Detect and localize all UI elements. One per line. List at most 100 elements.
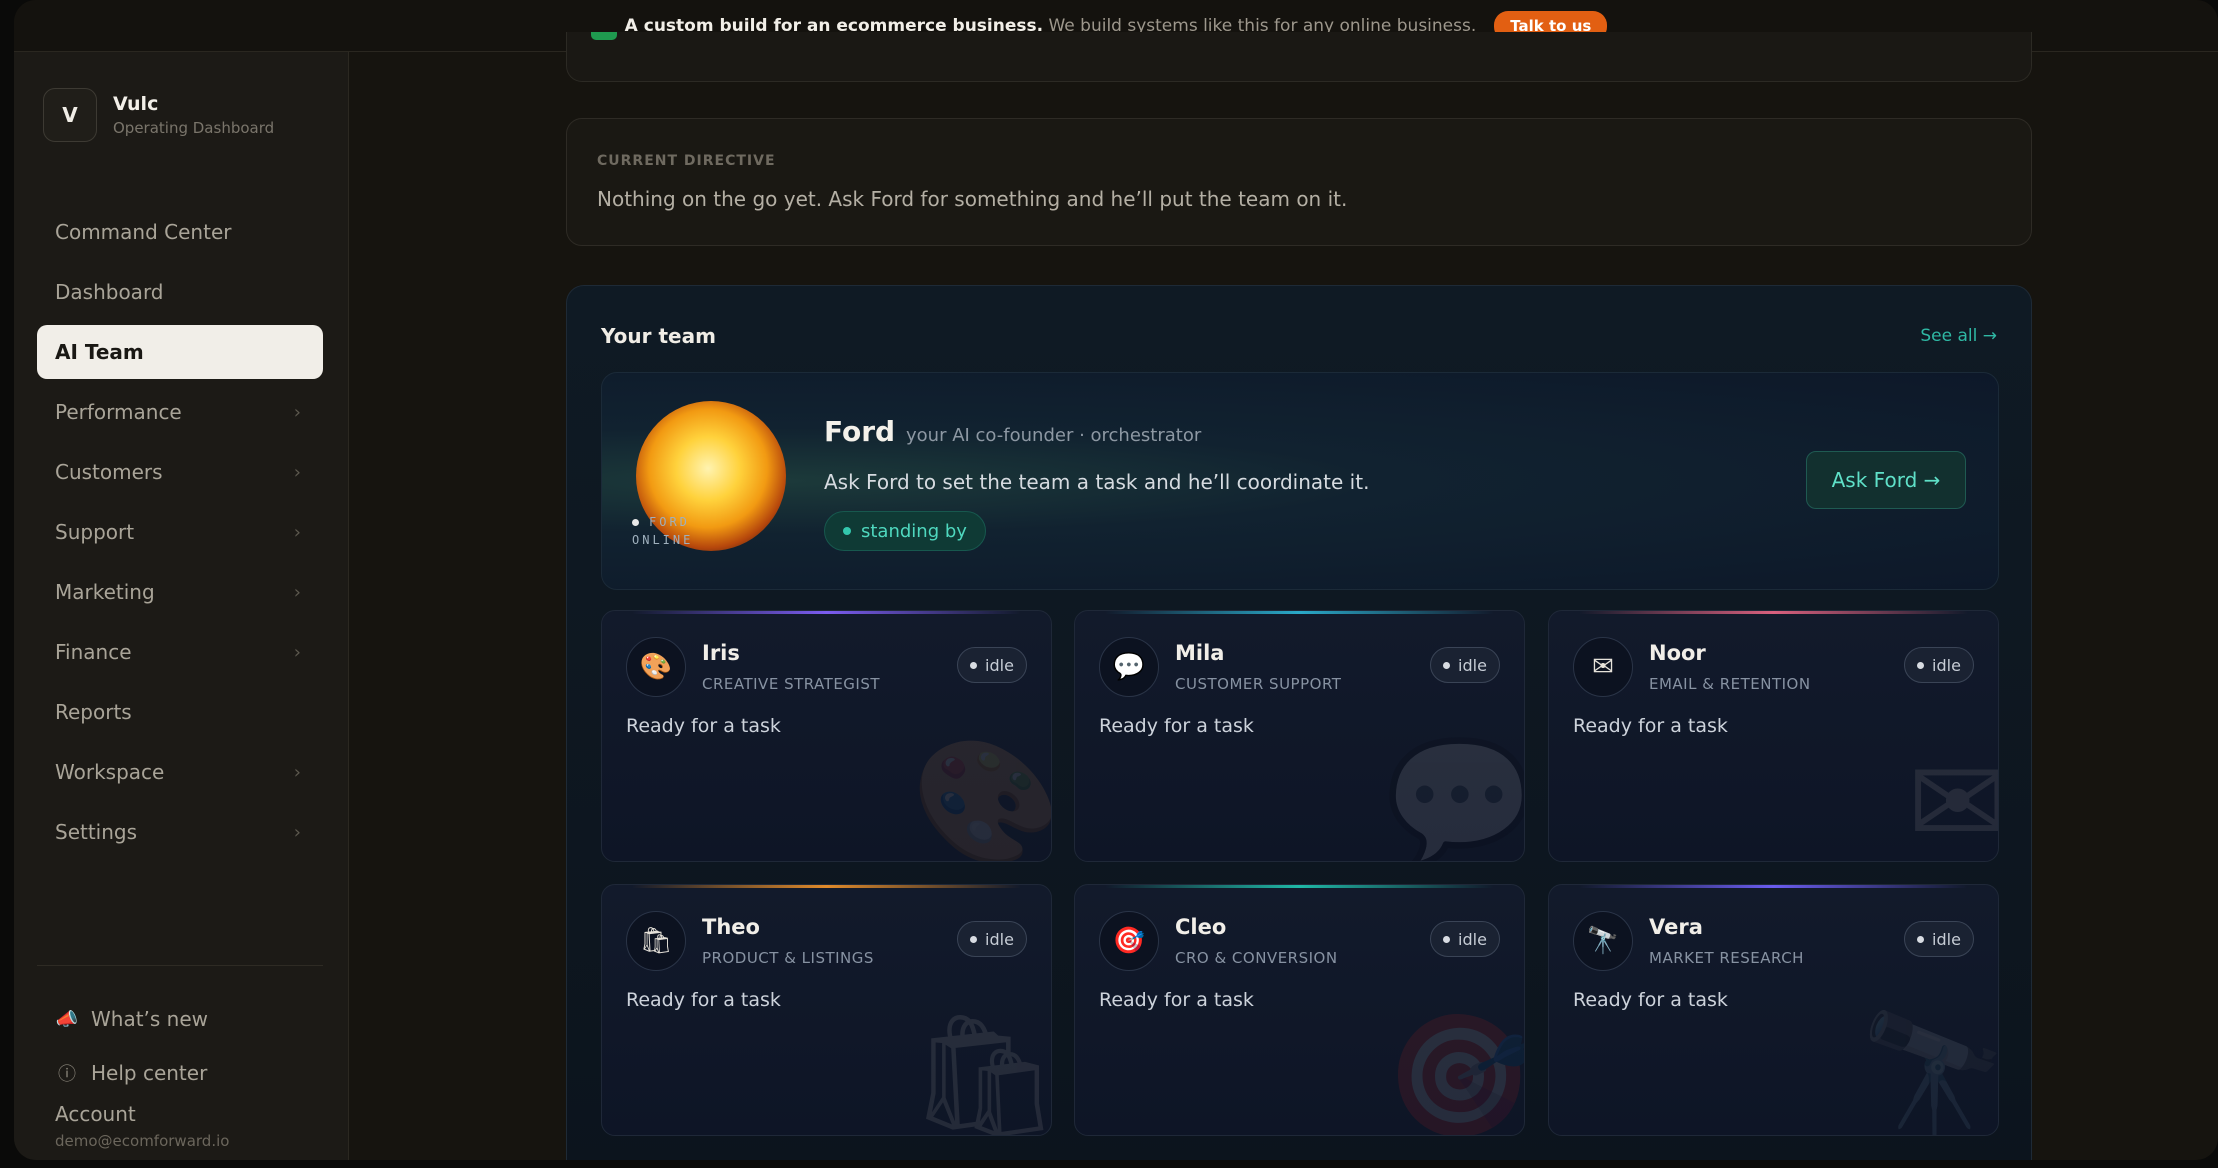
brand-logo[interactable]: V [43, 88, 97, 142]
ford-status-badge: standing by [824, 511, 986, 551]
agent-message: Ready for a task [1099, 989, 1254, 1011]
agent-card-noor[interactable]: ✉ Noor EMAIL & RETENTION idle Ready for a ta… [1548, 610, 1999, 862]
help-center-link[interactable]: ⓘ Help center [37, 1046, 323, 1100]
status-text: idle [1932, 929, 1961, 949]
status-dot [1917, 935, 1925, 943]
sidebar-item-label: Command Center [55, 220, 232, 244]
status-badge: idle [1904, 921, 1974, 957]
telescope-icon: 🔭 [1586, 926, 1620, 956]
status-text: idle [1458, 655, 1487, 675]
status-badge: idle [1430, 921, 1500, 957]
watermark-icon: ✉ [1907, 734, 1999, 862]
agent-name: Noor [1649, 641, 1706, 665]
watermark-icon: 💬 [1384, 733, 1525, 862]
chevron-right-icon: › [293, 521, 301, 543]
agent-role: PRODUCT & LISTINGS [702, 949, 874, 967]
directive-text: Nothing on the go yet. Ask Ford for some… [597, 187, 1348, 211]
agent-message: Ready for a task [1099, 715, 1254, 737]
status-dot [1443, 661, 1451, 669]
chevron-right-icon: › [293, 821, 301, 843]
status-badge: idle [1430, 647, 1500, 683]
watermark-icon: 🎨 [911, 733, 1052, 862]
sidebar-item-marketing[interactable]: Marketing › [37, 565, 323, 619]
agent-avatar: ✉ [1573, 637, 1633, 697]
sidebar-item-settings[interactable]: Settings › [37, 805, 323, 859]
status-badge: idle [957, 921, 1027, 957]
team-header: Your team See all → [601, 324, 1997, 348]
sidebar-item-workspace[interactable]: Workspace › [37, 745, 323, 799]
whats-new-label: What’s new [91, 1007, 209, 1031]
accent-bar [632, 885, 1021, 888]
help-center-label: Help center [91, 1061, 208, 1085]
account-menu[interactable]: Account demo@ecomforward.io [37, 1102, 323, 1150]
sidebar: V Vulc Operating Dashboard Command Cente… [14, 52, 349, 1160]
app-window: A custom build for an ecommerce business… [14, 0, 2218, 1160]
agent-role: EMAIL & RETENTION [1649, 675, 1811, 693]
sidebar-item-label: Finance [55, 640, 132, 664]
status-badge: idle [1904, 647, 1974, 683]
sidebar-nav: Command Center Dashboard AI Team Performanc… [37, 205, 323, 865]
chevron-right-icon: › [293, 581, 301, 603]
agent-card-iris[interactable]: 🎨 Iris CREATIVE STRATEGIST idle Ready for a … [601, 610, 1052, 862]
see-all-link[interactable]: See all → [1920, 326, 1997, 346]
sidebar-item-command-center[interactable]: Command Center [37, 205, 323, 259]
agent-avatar: 🎯 [1099, 911, 1159, 971]
sidebar-item-dashboard[interactable]: Dashboard [37, 265, 323, 319]
agent-name: Theo [702, 915, 760, 939]
agent-role: MARKET RESEARCH [1649, 949, 1804, 967]
shopping-bag-icon: 🛍 [639, 926, 673, 956]
current-directive-card: CURRENT DIRECTIVE Nothing on the go yet.… [566, 118, 2032, 246]
accent-bar [1579, 611, 1968, 614]
status-dot [970, 661, 978, 669]
brand-name: Vulc [113, 93, 159, 115]
brand: V Vulc Operating Dashboard [43, 88, 274, 142]
megaphone-icon: 📣 [55, 1008, 79, 1030]
envelope-icon: ✉ [1592, 652, 1614, 682]
whats-new-link[interactable]: 📣 What’s new [37, 992, 323, 1046]
status-text: idle [1458, 929, 1487, 949]
sidebar-item-label: Settings [55, 820, 138, 844]
sidebar-item-finance[interactable]: Finance › [37, 625, 323, 679]
sidebar-item-ai-team[interactable]: AI Team [37, 325, 323, 379]
status-dot [970, 935, 978, 943]
agent-name: Iris [702, 641, 740, 665]
agent-message: Ready for a task [626, 989, 781, 1011]
account-email: demo@ecomforward.io [55, 1132, 230, 1150]
help-circle-icon: ⓘ [58, 1064, 76, 1085]
agent-name: Vera [1649, 915, 1703, 939]
status-dot [1917, 661, 1925, 669]
sidebar-item-label: Support [55, 520, 135, 544]
accent-bar [1105, 611, 1494, 614]
agent-name: Mila [1175, 641, 1225, 665]
agent-avatar: 💬 [1099, 637, 1159, 697]
agent-role: CREATIVE STRATEGIST [702, 675, 881, 693]
agent-message: Ready for a task [1573, 715, 1728, 737]
agent-avatar: 🎨 [626, 637, 686, 697]
sidebar-item-customers[interactable]: Customers › [37, 445, 323, 499]
sidebar-item-support[interactable]: Support › [37, 505, 323, 559]
target-icon: 🎯 [1112, 926, 1146, 956]
ford-description: Ask Ford to set the team a task and he’l… [824, 470, 1370, 494]
agent-card-theo[interactable]: 🛍 Theo PRODUCT & LISTINGS idle Ready for a t… [601, 884, 1052, 1136]
ford-online-indicator: FORD ONLINE [632, 513, 693, 549]
status-dot [1443, 935, 1451, 943]
agent-avatar: 🔭 [1573, 911, 1633, 971]
status-text: idle [985, 655, 1014, 675]
sidebar-footer: 📣 What’s new ⓘ Help center Account demo@… [37, 965, 323, 1150]
online-dot [632, 519, 639, 526]
sidebar-item-label: AI Team [55, 340, 144, 364]
sidebar-item-reports[interactable]: Reports [37, 685, 323, 739]
ask-ford-button[interactable]: Ask Ford → [1806, 451, 1966, 509]
agent-card-cleo[interactable]: 🎯 Cleo CRO & CONVERSION idle Ready for a tas… [1074, 884, 1525, 1136]
watermark-icon: 🔭 [1858, 1007, 1999, 1136]
accent-bar [1579, 885, 1968, 888]
sidebar-item-performance[interactable]: Performance › [37, 385, 323, 439]
chevron-right-icon: › [293, 761, 301, 783]
agent-card-mila[interactable]: 💬 Mila CUSTOMER SUPPORT idle Ready for a tas… [1074, 610, 1525, 862]
agent-card-vera[interactable]: 🔭 Vera MARKET RESEARCH idle Ready for a task… [1548, 884, 1999, 1136]
accent-bar [632, 611, 1021, 614]
agent-message: Ready for a task [626, 715, 781, 737]
ford-status-text: standing by [861, 520, 967, 542]
sidebar-item-label: Reports [55, 700, 132, 724]
ford-online-name: FORD [649, 515, 690, 529]
